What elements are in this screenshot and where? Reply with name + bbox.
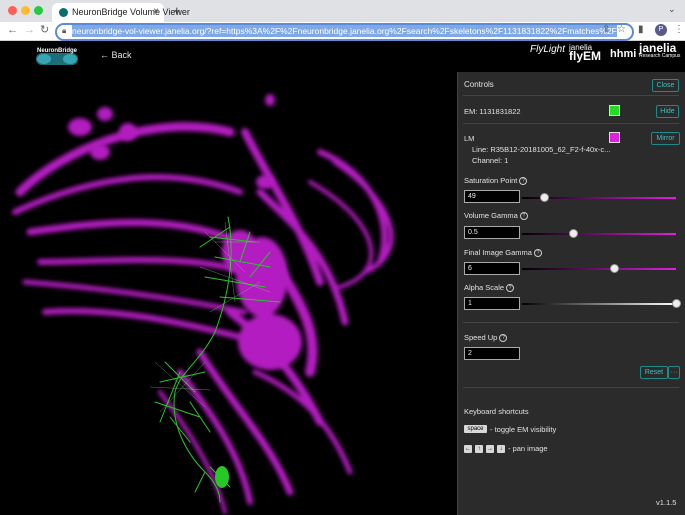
back-button[interactable]: ← Back [100,50,132,60]
alpha-scale-label: Alpha Scale? [464,283,515,293]
hide-button[interactable]: Hide [656,105,679,118]
help-icon[interactable]: ? [533,249,542,258]
final-image-gamma-label: Final Image Gamma? [464,248,542,258]
alpha-scale-input[interactable]: 1 [464,297,520,310]
em-label: EM: 1131831822 [464,107,521,116]
forward-arrow-icon[interactable]: → [24,22,35,38]
right-arrow-key-icon: → [486,445,494,453]
window-minimize-button[interactable] [21,6,30,15]
back-arrow-icon[interactable]: ← [7,22,18,38]
arrow-keys-description: - pan image [508,444,548,453]
final-image-gamma-slider-track[interactable] [522,268,676,270]
controls-title: Controls [464,80,494,89]
tab-close-icon[interactable]: × [153,6,159,17]
alpha-scale-slider-thumb[interactable] [672,299,681,308]
mirror-button[interactable]: Mirror [651,132,680,145]
divider [463,322,679,323]
divider [463,95,679,96]
janelia-flyem-logo: janelia flyEM [569,43,602,63]
volume-gamma-slider-thumb[interactable] [568,229,578,238]
lm-label: LM [464,134,475,143]
janelia-research-campus-logo: janelia Research Campus [639,41,681,60]
janelia-flyem-logo-main: flyEM [569,49,602,63]
saturation-point-slider-thumb[interactable] [539,193,549,202]
saturation-point-label-text: Saturation Point [464,176,518,185]
version-label: v1.1.5 [656,498,677,507]
window-zoom-button[interactable] [34,6,43,15]
alpha-scale-label-text: Alpha Scale [464,283,505,292]
bookmark-star-icon[interactable]: ☆ [617,24,626,35]
down-arrow-key-icon: ↓ [497,445,505,453]
share-icon[interactable]: ⇪ [602,24,610,35]
final-image-gamma-input[interactable]: 6 [464,262,520,275]
em-soma [215,466,229,488]
lm-channel-label: Channel: 1 [472,156,509,165]
space-key: space [464,425,487,433]
speed-up-label-text: Speed Up [464,333,498,342]
divider [463,123,679,124]
speed-up-label: Speed Up? [464,333,508,343]
volume-viewer-canvas[interactable] [0,72,457,515]
reset-button[interactable]: Reset [640,366,668,379]
lock-icon[interactable]: 🔒︎ [62,26,66,36]
help-icon[interactable]: ? [506,284,515,293]
tab-search-chevron-icon[interactable]: ⌄ [668,4,676,15]
volume-gamma-input[interactable]: 0.5 [464,226,520,239]
help-icon[interactable]: ? [499,334,508,343]
lm-color-swatch[interactable] [609,132,620,143]
help-icon[interactable]: ? [519,212,528,221]
profile-avatar[interactable]: P [655,24,667,36]
janelia-logo-sub: Research Campus [639,53,681,59]
alpha-scale-slider-track[interactable] [522,303,676,305]
url-text[interactable]: neuronbridge-vol-viewer.janelia.org/?ref… [72,25,617,37]
left-arrow-key-icon: ← [464,445,472,453]
keyboard-shortcuts-title: Keyboard shortcuts [464,407,529,416]
tab-favicon-icon [59,8,68,17]
space-key-description: - toggle EM visibility [490,425,557,434]
speed-up-input[interactable]: 2 [464,347,520,360]
neuronbridge-logo[interactable]: NeuronBridge [34,45,80,67]
saturation-point-input[interactable]: 49 [464,190,520,203]
em-color-swatch[interactable] [609,105,620,116]
new-tab-button[interactable]: + [173,3,181,18]
neuronbridge-logo-text: NeuronBridge [37,48,78,54]
window-close-button[interactable] [8,6,17,15]
saturation-point-label: Saturation Point? [464,176,528,186]
volume-gamma-slider-track[interactable] [522,233,676,235]
reload-icon[interactable]: ↻ [40,22,49,38]
close-button[interactable]: Close [652,79,679,92]
side-panel-icon[interactable]: ▮ [638,24,644,35]
volume-gamma-label: Volume Gamma? [464,211,528,221]
lm-line-label: Line: R35B12-20181005_62_F2-f-40x-c... [472,145,611,154]
hhmi-logo: hhmi [610,48,637,60]
final-image-gamma-label-text: Final Image Gamma [464,248,532,257]
menu-kebab-icon[interactable]: ⋮ [674,24,684,35]
browser-tab[interactable]: NeuronBridge Volume Viewer × [52,3,190,22]
janelia-logo-main: janelia [639,41,677,55]
flylight-logo: FlyLight [530,44,566,55]
reset-options-button[interactable]: ··· [668,366,680,379]
divider [463,387,679,388]
volume-gamma-label-text: Volume Gamma [464,211,518,220]
up-arrow-key-icon: ↑ [475,445,483,453]
help-icon[interactable]: ? [519,177,528,186]
